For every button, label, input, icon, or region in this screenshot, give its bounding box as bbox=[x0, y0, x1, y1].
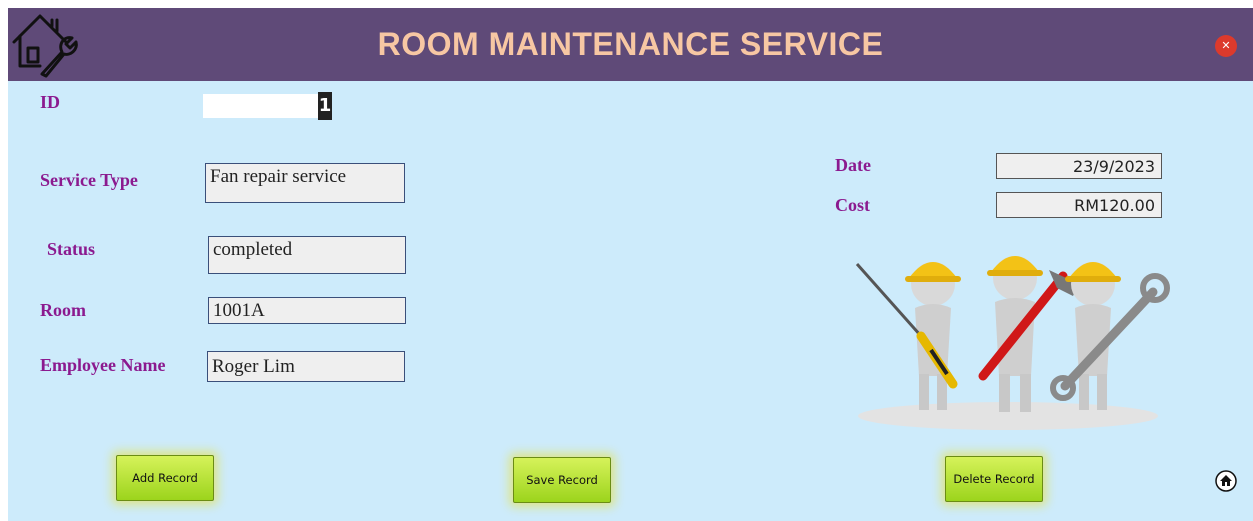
status-label: Status bbox=[47, 239, 96, 259]
service-type-label: Service Type bbox=[40, 170, 138, 190]
delete-record-button[interactable]: Delete Record bbox=[945, 456, 1043, 502]
id-value: 1 bbox=[318, 92, 332, 120]
home-icon[interactable] bbox=[1215, 470, 1237, 492]
close-icon[interactable]: ✕ bbox=[1215, 35, 1237, 57]
workers-with-tools-illustration bbox=[855, 256, 1170, 430]
save-record-button[interactable]: Save Record bbox=[513, 457, 611, 503]
date-label: Date bbox=[835, 155, 871, 175]
add-record-button[interactable]: Add Record bbox=[116, 455, 214, 501]
employee-name-field[interactable]: Roger Lim bbox=[207, 351, 405, 382]
room-field[interactable]: 1001A bbox=[208, 297, 406, 324]
maintenance-form: ROOM MAINTENANCE SERVICE ✕ ID 1 Service … bbox=[8, 8, 1253, 521]
id-field[interactable] bbox=[203, 94, 331, 118]
date-field[interactable]: 23/9/2023 bbox=[996, 153, 1162, 179]
status-field[interactable]: completed bbox=[208, 236, 406, 274]
title-bar: ROOM MAINTENANCE SERVICE ✕ bbox=[8, 8, 1253, 81]
cost-field[interactable]: RM120.00 bbox=[996, 192, 1162, 218]
id-label: ID bbox=[40, 92, 61, 112]
cost-label: Cost bbox=[835, 195, 870, 215]
employee-name-label: Employee Name bbox=[40, 355, 166, 375]
room-label: Room bbox=[40, 300, 86, 320]
service-type-field[interactable]: Fan repair service bbox=[205, 163, 405, 203]
page-title: ROOM MAINTENANCE SERVICE bbox=[377, 26, 884, 62]
